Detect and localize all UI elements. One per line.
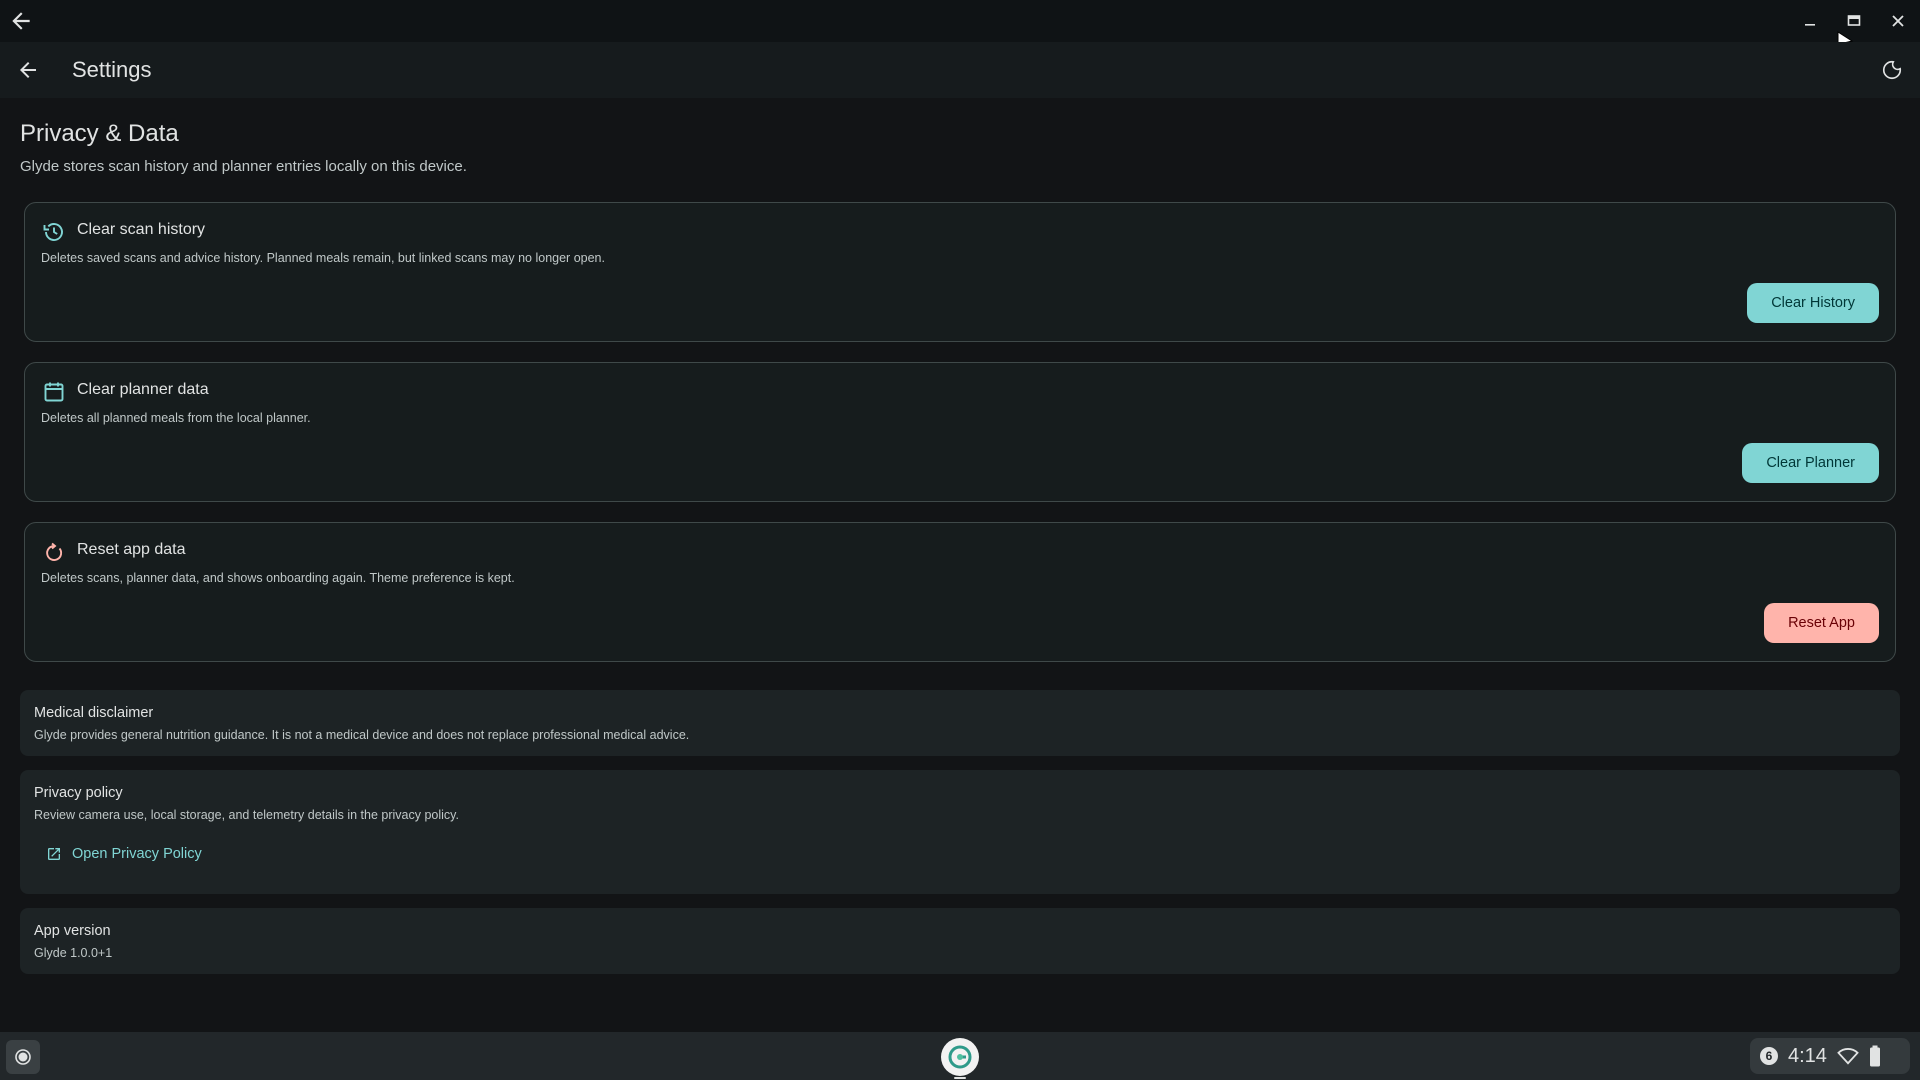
app-bar: Settings <box>0 42 1920 98</box>
window-back-button[interactable] <box>8 8 34 34</box>
card-description: Deletes saved scans and advice history. … <box>41 251 605 265</box>
minimize-button[interactable] <box>1788 0 1832 42</box>
info-description: Review camera use, local storage, and te… <box>34 808 459 822</box>
calendar-icon <box>41 379 67 405</box>
battery-icon <box>1869 1045 1880 1067</box>
system-shelf: 6 4:14 <box>0 1032 1920 1080</box>
open-in-new-icon <box>48 848 60 860</box>
open-privacy-policy-link[interactable]: Open Privacy Policy <box>46 846 202 862</box>
notification-count-badge: 6 <box>1760 1047 1778 1065</box>
version-value: Glyde 1.0.0+1 <box>34 946 113 960</box>
reset-icon <box>41 539 67 565</box>
history-icon <box>41 219 67 245</box>
card-description: Deletes scans, planner data, and shows o… <box>41 571 515 585</box>
status-tray[interactable]: 6 4:14 <box>1750 1038 1910 1074</box>
card-title: Reset app data <box>77 541 186 558</box>
glyde-app-icon[interactable] <box>941 1038 979 1076</box>
minimize-icon <box>1805 24 1815 26</box>
active-app-indicator <box>954 1077 966 1079</box>
page-title: Settings <box>72 57 152 82</box>
settings-back-button[interactable] <box>14 56 42 84</box>
clock: 4:14 <box>1788 1044 1827 1067</box>
maximize-icon <box>1847 15 1861 26</box>
medical-disclaimer-tile: Medical disclaimer Glyde provides genera… <box>20 690 1900 756</box>
window-titlebar <box>0 0 1920 42</box>
info-title: Medical disclaimer <box>34 705 154 721</box>
dark-mode-moon-icon <box>1882 60 1902 80</box>
clear-planner-button[interactable]: Clear Planner <box>1742 443 1879 483</box>
clear-planner-data-card: Clear planner data Deletes all planned m… <box>24 362 1896 502</box>
link-label: Open Privacy Policy <box>72 846 202 862</box>
section-subtitle: Glyde stores scan history and planner en… <box>20 158 467 175</box>
reset-app-button[interactable]: Reset App <box>1764 603 1879 643</box>
close-icon <box>1892 15 1904 27</box>
clear-history-button[interactable]: Clear History <box>1747 283 1879 323</box>
card-title: Clear planner data <box>77 381 209 398</box>
card-description: Deletes all planned meals from the local… <box>41 411 311 425</box>
info-description: Glyde provides general nutrition guidanc… <box>34 728 690 742</box>
app-version-tile: App version Glyde 1.0.0+1 <box>20 908 1900 974</box>
info-title: App version <box>34 923 111 939</box>
close-button[interactable] <box>1876 0 1920 42</box>
reset-app-data-card: Reset app data Deletes scans, planner da… <box>24 522 1896 662</box>
wifi-icon <box>1837 1048 1859 1065</box>
settings-content: Privacy & Data Glyde stores scan history… <box>0 98 1920 1032</box>
info-title: Privacy policy <box>34 785 123 801</box>
theme-toggle-button[interactable] <box>1876 54 1908 86</box>
glyde-logo-icon <box>948 1045 972 1069</box>
clear-scan-history-card: Clear scan history Deletes saved scans a… <box>24 202 1896 342</box>
privacy-policy-tile: Privacy policy Review camera use, local … <box>20 770 1900 894</box>
arrow-back-icon <box>12 12 30 30</box>
card-title: Clear scan history <box>77 221 206 238</box>
section-title: Privacy & Data <box>20 120 179 147</box>
launcher-circle-icon <box>15 1049 31 1065</box>
arrow-back-icon <box>20 62 36 78</box>
launcher-button[interactable] <box>6 1040 40 1074</box>
